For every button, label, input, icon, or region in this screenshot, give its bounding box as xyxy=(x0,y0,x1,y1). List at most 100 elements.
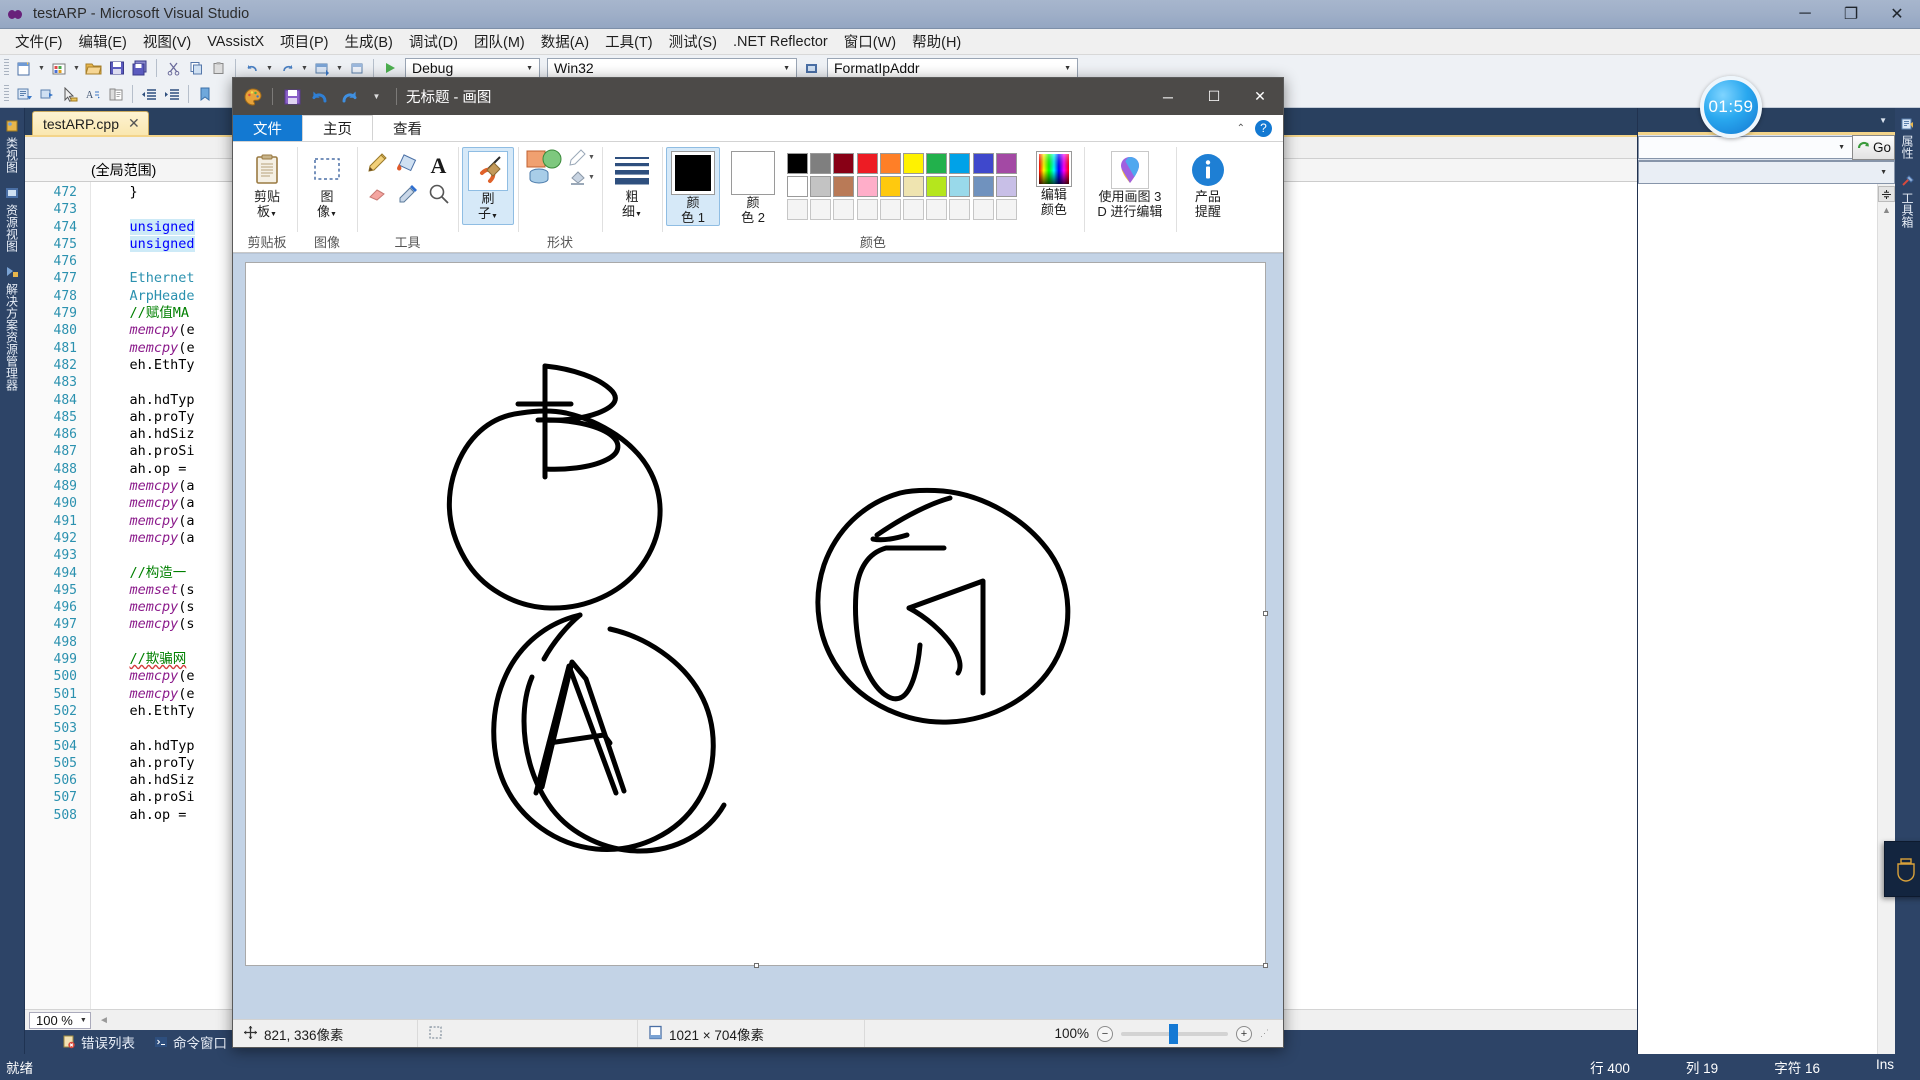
chevron-down-icon-secondary[interactable]: ▼ xyxy=(1873,169,1894,176)
palette-swatch[interactable] xyxy=(926,153,948,174)
palette-swatch[interactable] xyxy=(949,153,971,174)
palette-swatch[interactable] xyxy=(833,176,855,198)
palette-swatch[interactable] xyxy=(856,153,878,174)
close-icon[interactable]: ✕ xyxy=(128,115,140,132)
menu-item-edit[interactable]: 编辑(E) xyxy=(71,28,135,55)
sidebar-item-properties[interactable]: 属性 xyxy=(1897,112,1918,163)
copy-icon[interactable] xyxy=(185,57,207,79)
select-button[interactable]: 图 像▼ xyxy=(301,147,353,223)
palette-swatch[interactable] xyxy=(902,153,924,174)
configuration-combo[interactable]: Debug ▼ xyxy=(405,58,540,78)
fill-dropdown[interactable]: ▼ xyxy=(568,168,598,187)
custom-color-slot[interactable] xyxy=(972,199,994,221)
palette-swatch[interactable] xyxy=(995,153,1017,174)
open-file-icon[interactable] xyxy=(83,57,105,79)
brushes-button[interactable]: 刷 子▼ xyxy=(462,147,514,225)
palette-swatch[interactable] xyxy=(902,176,924,198)
navigate-forward-icon[interactable] xyxy=(346,57,368,79)
cursor-tool-icon[interactable] xyxy=(59,83,81,105)
custom-color-slot[interactable] xyxy=(995,199,1017,221)
vs-close-button[interactable]: ✕ xyxy=(1874,0,1920,28)
scroll-up-icon[interactable]: ▲ xyxy=(1882,205,1891,215)
paint-close-button[interactable]: ✕ xyxy=(1237,78,1283,115)
undo-icon[interactable] xyxy=(241,57,263,79)
tab-home[interactable]: 主页 xyxy=(302,115,373,141)
menu-item-window[interactable]: 窗口(W) xyxy=(836,28,904,55)
tab-command-window[interactable]: 命令窗口 xyxy=(145,1029,235,1055)
eraser-tool[interactable] xyxy=(361,181,392,212)
new-project-caret-icon[interactable]: ▼ xyxy=(36,57,47,79)
bookmark-icon[interactable] xyxy=(194,83,216,105)
palette-swatch[interactable] xyxy=(810,153,832,174)
add-item-caret-icon[interactable]: ▼ xyxy=(71,57,82,79)
menu-item-help[interactable]: 帮助(H) xyxy=(904,28,969,55)
palette-swatch[interactable] xyxy=(926,176,948,198)
text-tool[interactable]: A xyxy=(423,150,454,181)
hscroll-left-icon[interactable]: ◄ xyxy=(99,1015,109,1026)
zoom-slider-thumb[interactable] xyxy=(1169,1023,1178,1044)
platform-combo[interactable]: Win32 ▼ xyxy=(547,58,797,78)
help-icon[interactable]: ? xyxy=(1255,119,1272,137)
paste-button[interactable]: 剪贴 板▼ xyxy=(241,147,293,223)
right-panel-scrollbar[interactable]: ▲ xyxy=(1877,184,1895,1054)
save-icon[interactable] xyxy=(106,57,128,79)
save-icon[interactable] xyxy=(281,85,304,108)
canvas-resize-handle-right[interactable] xyxy=(1263,611,1268,616)
display-declarations-icon[interactable] xyxy=(13,83,35,105)
magnifier-tool[interactable] xyxy=(423,181,454,212)
open-paint3d-button[interactable]: 使用画图 3 D 进行编辑 xyxy=(1088,147,1172,220)
shapes-gallery[interactable] xyxy=(522,147,568,187)
menu-item-data[interactable]: 数据(A) xyxy=(533,28,597,55)
zoom-slider-track[interactable] xyxy=(1121,1023,1228,1044)
custom-color-slot[interactable] xyxy=(787,199,808,221)
add-item-icon[interactable] xyxy=(48,57,70,79)
navigate-definition-icon[interactable] xyxy=(36,83,58,105)
zoom-out-button[interactable]: − xyxy=(1097,1025,1113,1042)
paint-menu-icon[interactable] xyxy=(241,85,264,108)
color1-button[interactable]: 颜 色 1 xyxy=(666,147,720,226)
save-all-icon[interactable] xyxy=(129,57,151,79)
new-project-icon[interactable] xyxy=(13,57,35,79)
tab-view[interactable]: 查看 xyxy=(373,115,442,141)
minimize-ribbon-icon[interactable]: ⌃ xyxy=(1237,123,1245,134)
sidebar-item-solution-explorer[interactable]: 解决方案资源管理器 xyxy=(2,260,23,395)
palette-swatch[interactable] xyxy=(810,176,832,198)
custom-color-slot[interactable] xyxy=(926,199,948,221)
paint-canvas[interactable] xyxy=(245,262,1268,968)
usb-device-popup[interactable] xyxy=(1884,841,1920,897)
palette-swatch[interactable] xyxy=(879,153,901,174)
edit-colors-button[interactable]: 编辑 颜色 xyxy=(1028,147,1080,218)
symbol-combo[interactable]: FormatIpAddr ▼ xyxy=(827,58,1078,78)
search-input[interactable]: ▼ xyxy=(1638,136,1852,159)
palette-swatch[interactable] xyxy=(995,176,1017,198)
fill-tool[interactable] xyxy=(392,150,423,181)
tab-file[interactable]: 文件 xyxy=(233,115,302,141)
cut-icon[interactable] xyxy=(162,57,184,79)
go-button[interactable]: Go xyxy=(1852,135,1895,160)
menu-item-file[interactable]: 文件(F) xyxy=(7,28,71,55)
redo-icon[interactable] xyxy=(337,85,360,108)
color2-button[interactable]: 颜 色 2 xyxy=(726,147,780,226)
menu-item-tools[interactable]: 工具(T) xyxy=(597,28,661,55)
toggle-word-wrap-icon[interactable]: A xyxy=(82,83,104,105)
menu-item-vassistx[interactable]: VAssistX xyxy=(199,31,272,53)
custom-color-slot[interactable] xyxy=(949,199,971,221)
palette-swatch[interactable] xyxy=(856,176,878,198)
toolbar-grip-2[interactable] xyxy=(4,85,9,103)
canvas-resize-handle-bottom[interactable] xyxy=(754,963,759,968)
editor-zoom-combo[interactable]: 100 % ▼ xyxy=(29,1011,91,1029)
redo-caret-icon[interactable]: ▼ xyxy=(299,57,310,79)
size-button[interactable]: 粗 细▼ xyxy=(606,147,658,223)
increase-indent-icon[interactable] xyxy=(161,83,183,105)
secondary-combo[interactable]: ▼ xyxy=(1638,161,1895,184)
tab-testarp-cpp[interactable]: testARP.cpp ✕ xyxy=(32,111,149,135)
comment-selection-icon[interactable] xyxy=(105,83,127,105)
paint-title-bar[interactable]: ▼ 无标题 - 画图 ─ ☐ ✕ xyxy=(233,78,1283,115)
vs-minimize-button[interactable]: ─ xyxy=(1782,0,1828,28)
decrease-indent-icon[interactable] xyxy=(138,83,160,105)
custom-color-slot[interactable] xyxy=(902,199,924,221)
palette-swatch[interactable] xyxy=(787,176,808,198)
menu-item-team[interactable]: 团队(M) xyxy=(466,28,533,55)
sidebar-item-resource-view[interactable]: 资源视图 xyxy=(2,181,23,256)
menu-item-view[interactable]: 视图(V) xyxy=(135,28,199,55)
